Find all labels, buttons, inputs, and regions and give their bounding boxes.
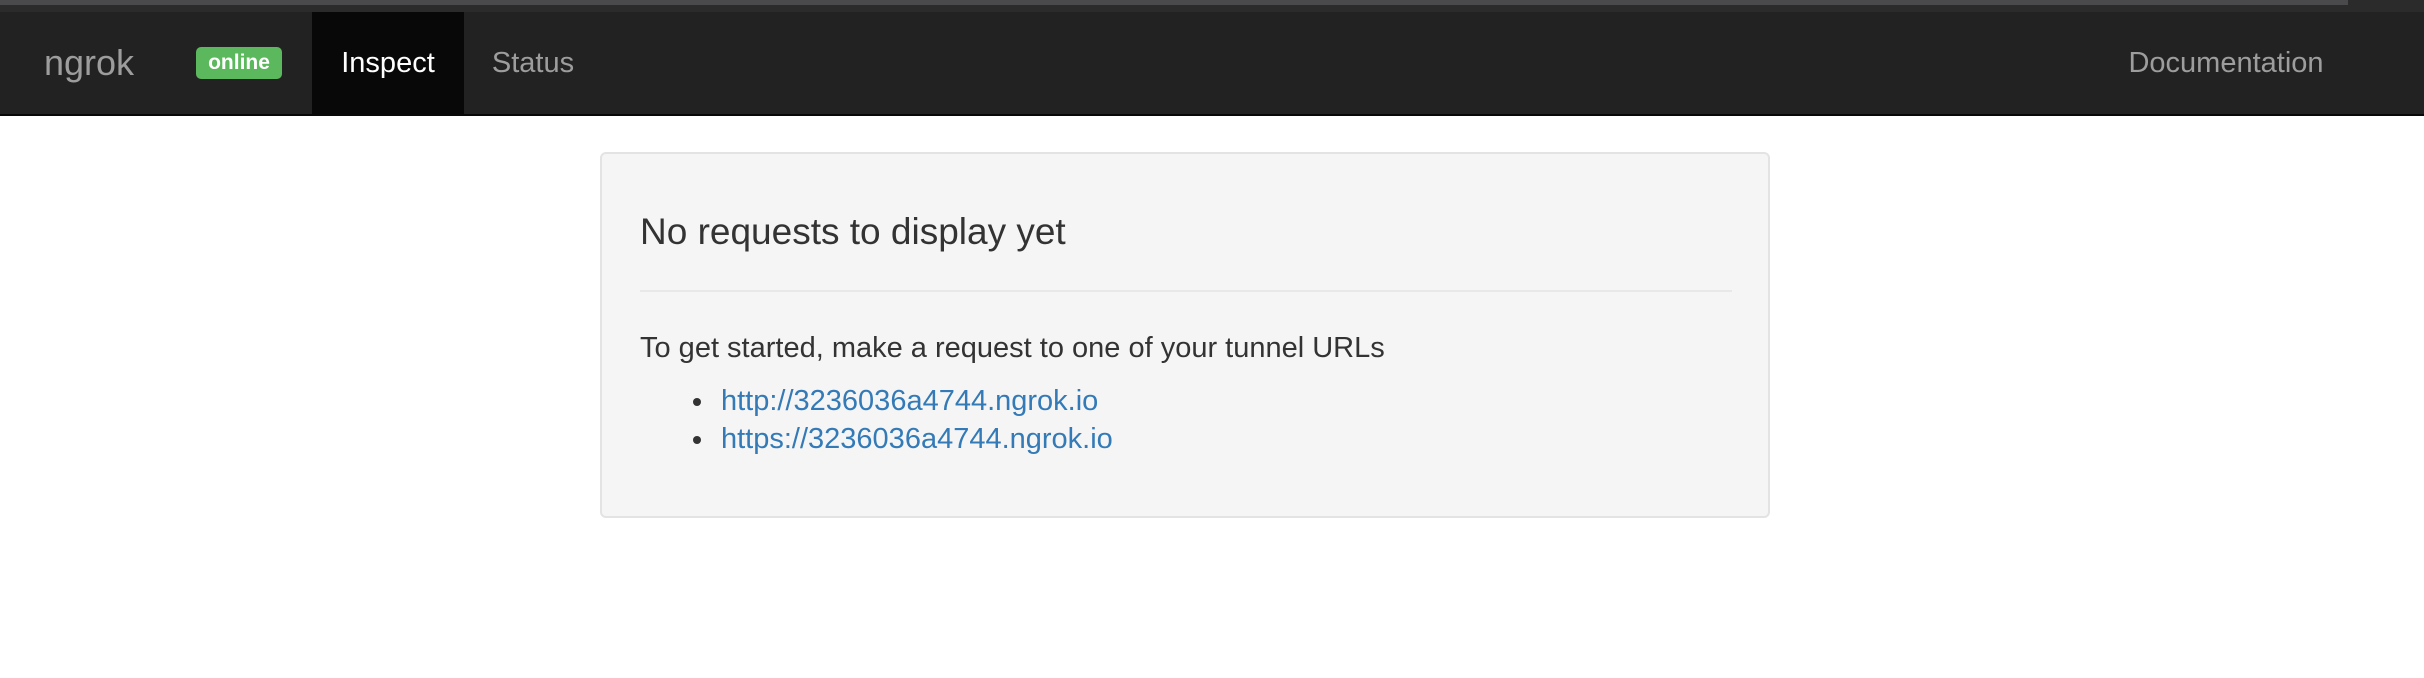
status-badge: online <box>196 47 282 79</box>
instructions-text: To get started, make a request to one of… <box>640 332 1385 364</box>
divider <box>640 290 1732 292</box>
tab-status[interactable]: Status <box>464 12 602 114</box>
tunnel-url-https-link[interactable]: https://3236036a4744.ngrok.io <box>721 423 1113 455</box>
list-item: http://3236036a4744.ngrok.io <box>681 382 1113 420</box>
list-item: https://3236036a4744.ngrok.io <box>681 420 1113 458</box>
documentation-link[interactable]: Documentation <box>2104 12 2348 114</box>
bullet-icon <box>693 398 701 406</box>
navbar: ngrok online Inspect Status Documentatio… <box>0 12 2424 116</box>
window-top-strip <box>0 0 2424 12</box>
empty-state-heading: No requests to display yet <box>640 211 1066 252</box>
brand-logo[interactable]: ngrok <box>44 12 134 114</box>
tunnel-url-list: http://3236036a4744.ngrok.io https://323… <box>681 382 1113 458</box>
bullet-icon <box>693 436 701 444</box>
empty-state-panel: No requests to display yet To get starte… <box>600 152 1770 518</box>
tunnel-url-http-link[interactable]: http://3236036a4744.ngrok.io <box>721 385 1098 417</box>
tab-inspect[interactable]: Inspect <box>312 12 464 114</box>
